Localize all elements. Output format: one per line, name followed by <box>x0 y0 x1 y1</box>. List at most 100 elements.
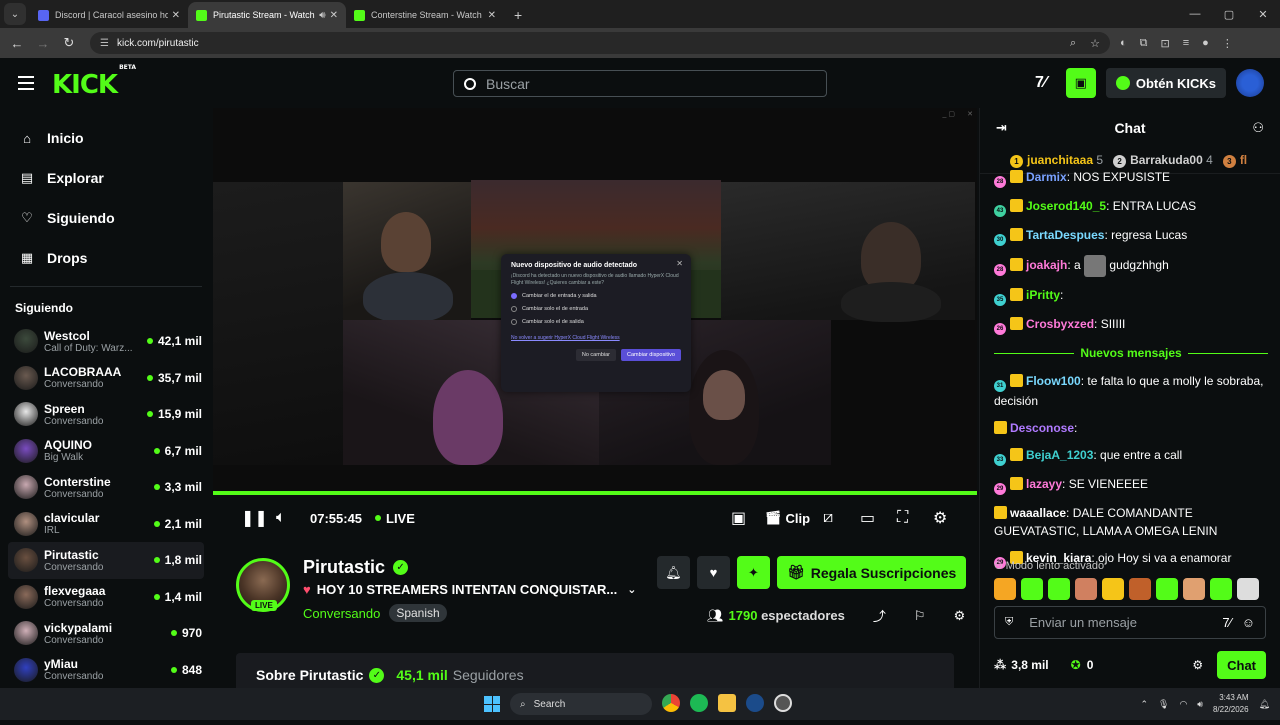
shield-icon[interactable]: ⛨ <box>1005 616 1013 629</box>
emote-icon[interactable] <box>1075 578 1097 600</box>
tray-chevron-icon[interactable]: ⌃ <box>1140 699 1148 710</box>
followed-channel[interactable]: yMiau Conversando 848 <box>0 652 212 689</box>
tab-audio-icon[interactable]: 🔊︎ <box>319 10 325 21</box>
theater-mode-icon[interactable]: ▭ <box>860 508 875 528</box>
sidebar-item-siguiendo[interactable]: ♡ Siguiendo <box>0 198 212 238</box>
video-player[interactable]: ✕ Nuevo dispositivo de audio detectado ¡… <box>213 108 977 538</box>
url-field[interactable]: ☰ kick.com/pirutastic ⌕ ☆ <box>90 32 1110 54</box>
chat-username[interactable]: waaallace <box>1010 506 1066 520</box>
chat-username[interactable]: Floow100 <box>1026 374 1081 388</box>
site-info-icon[interactable]: ☰ <box>100 38 109 49</box>
file-explorer-icon[interactable] <box>718 694 736 712</box>
back-button[interactable]: ← <box>4 36 30 51</box>
kicks-balance[interactable]: 0 <box>1087 658 1094 672</box>
chat-username[interactable]: Joserod140_5 <box>1026 199 1106 213</box>
top-gifter[interactable]: 3 fl <box>1222 153 1247 168</box>
emote-icon[interactable] <box>994 578 1016 600</box>
sidepanel-icon[interactable]: ≡ <box>1183 37 1189 49</box>
volume-icon[interactable]: 🔈︎ <box>276 509 286 527</box>
bookmark-star-icon[interactable]: ☆ <box>1090 37 1100 50</box>
emote-icon[interactable] <box>1237 578 1259 600</box>
stream-category[interactable]: Conversando <box>303 606 380 621</box>
followed-channel[interactable]: vickypalami Conversando 970 <box>0 615 212 652</box>
send-chat-button[interactable]: Chat <box>1217 651 1266 679</box>
emote-icon[interactable] <box>1210 578 1232 600</box>
pause-icon[interactable]: ❚❚ <box>241 508 268 528</box>
forward-button[interactable]: → <box>30 36 56 51</box>
get-kicks-button[interactable]: Obtén KICKs <box>1105 68 1226 98</box>
chat-username[interactable]: lazayy <box>1026 477 1062 491</box>
followed-channel[interactable]: flexvegaaa Conversando 1,4 mil <box>0 579 212 616</box>
followed-channel[interactable]: AQUINO Big Walk 6,7 mil <box>0 433 212 470</box>
gift-subs-button[interactable]: 🎁︎ Regala Suscripciones <box>777 556 967 589</box>
windows-start-icon[interactable] <box>484 696 500 712</box>
tab-search-button[interactable]: ⌄ <box>4 3 26 25</box>
tab-close-icon[interactable]: ✕ <box>488 10 496 21</box>
translate-icon[interactable]: 7⁄ <box>1026 68 1056 98</box>
notification-icon[interactable]: 🔔︎ <box>1259 699 1270 710</box>
sidebar-item-drops[interactable]: ▦ Drops <box>0 238 212 278</box>
chat-users-icon[interactable]: ⚇ <box>1252 120 1264 136</box>
speaker-icon[interactable]: 🔊︎ <box>1197 699 1203 710</box>
sparkle-button[interactable]: ✦ <box>737 556 770 589</box>
zoom-icon[interactable]: ⌕ <box>1070 37 1076 50</box>
kick-logo[interactable]: KICKBETA <box>52 64 136 100</box>
profile-icon[interactable]: ● <box>1202 37 1209 49</box>
browser-tab[interactable]: Conterstine Stream - Watch Live ✕ <box>346 2 504 28</box>
close-window-button[interactable]: ✕ <box>1246 0 1280 28</box>
followed-channel[interactable]: clavicular IRL 2,1 mil <box>0 506 212 543</box>
kick-store-icon[interactable]: ▣ <box>1065 68 1096 98</box>
collapse-chat-icon[interactable]: ⇥ <box>996 120 1007 136</box>
tab-close-icon[interactable]: ✕ <box>172 10 180 21</box>
channel-points[interactable]: 3,8 mil <box>1011 658 1048 672</box>
chat-settings-icon[interactable]: ⚙ <box>1192 658 1203 672</box>
settings-gear-icon[interactable]: ⚙ <box>933 508 947 528</box>
browser-tab[interactable]: Discord | Caracol asesino hoy 5: ✕ <box>30 2 188 28</box>
emoji-icon[interactable]: ☺ <box>1242 615 1255 630</box>
chat-username[interactable]: Desconose <box>1010 421 1074 435</box>
chat-username[interactable]: TartaDespues <box>1026 228 1104 242</box>
hamburger-menu-icon[interactable] <box>18 76 34 94</box>
share-icon[interactable]: ⤴ <box>873 606 886 625</box>
app-icon[interactable] <box>774 694 792 712</box>
clip-button[interactable]: 🎬︎ Clip <box>765 510 810 526</box>
emote-icon[interactable] <box>1048 578 1070 600</box>
language-tag[interactable]: Spanish <box>389 604 447 622</box>
user-avatar[interactable] <box>1236 69 1264 97</box>
emote-icon[interactable] <box>1183 578 1205 600</box>
steam-icon[interactable] <box>746 694 764 712</box>
emote-icon[interactable] <box>1102 578 1124 600</box>
follow-heart-button[interactable]: ♥ <box>697 556 730 589</box>
sidebar-item-inicio[interactable]: ⌂ Inicio <box>0 118 212 158</box>
sidebar-item-explorar[interactable]: ▤ Explorar <box>0 158 212 198</box>
profile-sync-icon[interactable]: ⊡ <box>1161 37 1170 50</box>
progress-bar[interactable] <box>213 491 977 495</box>
chat-message-input[interactable]: ⛨ Enviar un mensaje 7⁄ ☺ <box>994 606 1266 639</box>
extension-icon[interactable]: ◐ <box>1120 37 1127 49</box>
followed-channel[interactable]: Spreen Conversando 15,9 mil <box>0 396 212 433</box>
chat-username[interactable]: Crosbyxzed <box>1026 317 1094 331</box>
chrome-icon[interactable] <box>662 694 680 712</box>
spotify-icon[interactable] <box>690 694 708 712</box>
low-latency-icon[interactable]: ⧄ <box>823 509 833 527</box>
miniplayer-icon[interactable]: ▣ <box>731 508 746 528</box>
chat-username[interactable]: joakajh <box>1026 258 1067 272</box>
search-input[interactable]: Buscar <box>453 70 827 97</box>
minimize-button[interactable]: — <box>1178 0 1212 28</box>
top-gifter[interactable]: 2 Barrakuda00 4 <box>1113 153 1213 168</box>
followed-channel[interactable]: Conterstine Conversando 3,3 mil <box>0 469 212 506</box>
video-frame[interactable]: ✕ Nuevo dispositivo de audio detectado ¡… <box>213 108 977 492</box>
wifi-icon[interactable]: ◠ <box>1179 699 1187 710</box>
emote-icon[interactable] <box>1129 578 1151 600</box>
taskbar-search[interactable]: ⌕ Search <box>510 693 652 715</box>
followed-channel[interactable]: LACOBRAAA Conversando 35,7 mil <box>0 360 212 397</box>
top-gifter[interactable]: 1 juanchitaaa 5 <box>1010 153 1103 168</box>
chevron-down-icon[interactable]: ⌄ <box>627 583 636 596</box>
microphone-icon[interactable]: 🎙︎ <box>1158 699 1169 710</box>
puzzle-icon[interactable]: ⧉ <box>1140 37 1148 50</box>
notification-bell-button[interactable]: 🔔︎ <box>657 556 690 589</box>
more-options-icon[interactable]: ⚙ <box>954 608 966 624</box>
emote-icon[interactable] <box>1156 578 1178 600</box>
followed-channel[interactable]: Westcol Call of Duty: Warz... 42,1 mil <box>0 323 212 360</box>
maximize-button[interactable]: ▢ <box>1212 0 1246 28</box>
